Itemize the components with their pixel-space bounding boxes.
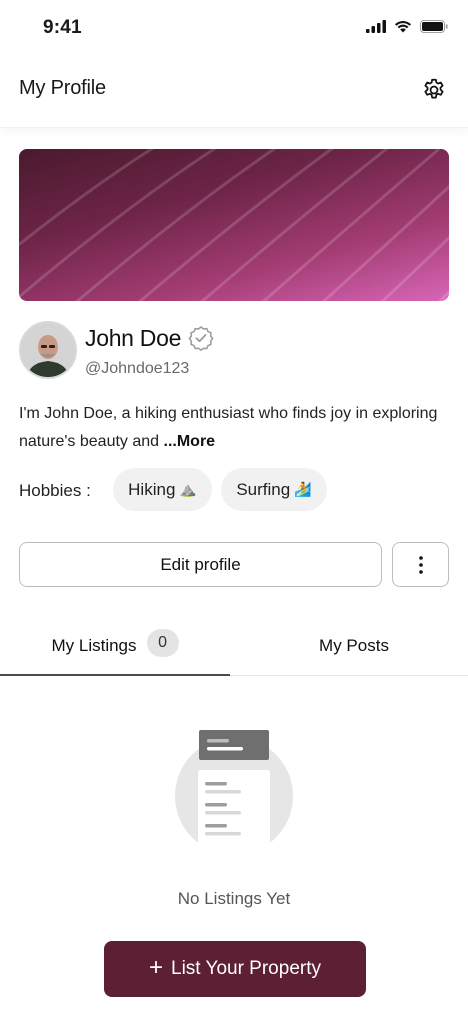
plus-icon: + xyxy=(149,954,164,981)
gear-icon xyxy=(424,78,444,99)
mountain-emoji-icon: ⛰️ xyxy=(179,481,197,497)
verified-badge-icon xyxy=(188,326,214,351)
bio-more-link[interactable]: ...More xyxy=(164,433,216,450)
vertical-dots-icon xyxy=(418,555,423,574)
empty-state-text: No Listings Yet xyxy=(177,889,291,908)
profile-name: John Doe xyxy=(85,325,182,351)
cover-banner xyxy=(19,149,449,301)
empty-listings-illustration xyxy=(175,730,293,860)
tab-label: My Listings xyxy=(51,636,137,655)
hobby-chip-hiking[interactable]: Hiking ⛰️ xyxy=(113,468,212,511)
list-property-button[interactable]: + List Your Property xyxy=(104,941,366,997)
battery-icon xyxy=(420,20,448,33)
tab-label: My Posts xyxy=(319,636,389,655)
tab-my-posts[interactable]: My Posts xyxy=(240,624,468,676)
profile-handle: @Johndoe123 xyxy=(85,360,190,377)
hobbies-label: Hobbies : xyxy=(19,481,91,500)
page-title: My Profile xyxy=(19,77,106,99)
more-options-button[interactable] xyxy=(392,542,449,587)
top-app-bar: My Profile xyxy=(0,56,468,128)
status-icons xyxy=(366,20,448,33)
status-time: 9:41 xyxy=(43,17,82,38)
edit-profile-button[interactable]: Edit profile xyxy=(19,542,382,587)
profile-tabs: My Listings 0 My Posts xyxy=(0,624,468,676)
profile-bio: I'm John Doe, a hiking enthusiast who fi… xyxy=(19,400,439,456)
settings-button[interactable] xyxy=(420,76,448,104)
hobby-chip-surfing[interactable]: Surfing 🏄 xyxy=(221,468,327,511)
tab-my-listings[interactable]: My Listings 0 xyxy=(0,624,230,676)
cellular-signal-icon xyxy=(366,20,386,33)
status-bar: 9:41 xyxy=(0,0,468,56)
avatar[interactable] xyxy=(19,321,77,379)
surfer-emoji-icon: 🏄 xyxy=(294,481,312,497)
list-property-label: List Your Property xyxy=(171,958,321,979)
hobby-chip-label: Hiking xyxy=(128,479,176,499)
hobby-chip-label: Surfing xyxy=(236,479,291,499)
bio-text: I'm John Doe, a hiking enthusiast who fi… xyxy=(19,405,438,450)
cover-pattern xyxy=(19,149,449,301)
avatar-photo xyxy=(21,323,75,377)
wifi-icon xyxy=(395,20,411,33)
listings-count-badge: 0 xyxy=(146,629,179,657)
